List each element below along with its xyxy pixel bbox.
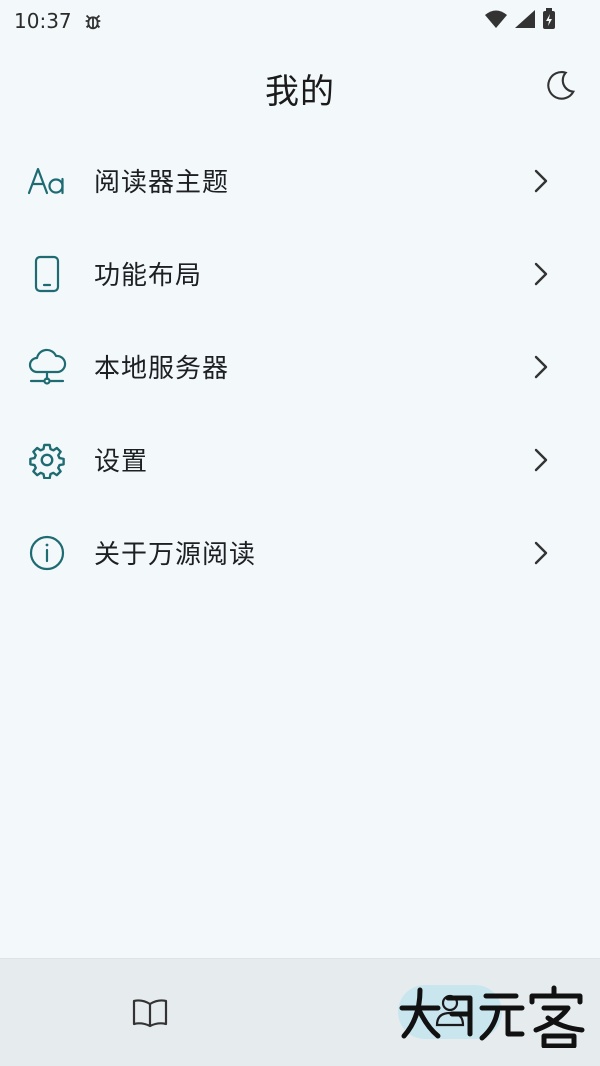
- night-mode-toggle[interactable]: [538, 66, 582, 110]
- menu-item-label: 阅读器主题: [94, 168, 230, 198]
- nav-bookshelf-tab[interactable]: [128, 995, 172, 1035]
- menu-item-about[interactable]: 关于万源阅读: [0, 506, 600, 599]
- status-time: 10:37: [14, 9, 72, 33]
- header: 我的: [0, 42, 600, 134]
- chevron-right-icon: [530, 260, 552, 288]
- wifi-icon: [484, 9, 508, 33]
- moon-icon: [541, 67, 579, 109]
- cloud-server-icon: [26, 346, 68, 388]
- menu-item-label: 关于万源阅读: [94, 540, 257, 570]
- page-title: 我的: [265, 71, 335, 112]
- chevron-right-icon: [530, 167, 552, 195]
- menu-item-label: 本地服务器: [94, 354, 230, 384]
- chevron-right-icon: [530, 539, 552, 567]
- menu-item-label: 功能布局: [94, 261, 203, 291]
- status-bar: 10:37: [0, 0, 600, 42]
- menu-item-function-layout[interactable]: 功能布局: [0, 227, 600, 320]
- gear-icon: [26, 439, 68, 481]
- menu-item-local-server[interactable]: 本地服务器: [0, 320, 600, 413]
- chevron-right-icon: [530, 353, 552, 381]
- phone-icon: [26, 253, 68, 295]
- battery-icon: [542, 8, 556, 34]
- signal-icon: [514, 9, 536, 33]
- debug-bug-icon: [82, 9, 106, 33]
- book-open-icon: [131, 997, 169, 1033]
- info-icon: [26, 532, 68, 574]
- menu-item-reader-theme[interactable]: 阅读器主题: [0, 134, 600, 227]
- status-icons: [484, 8, 556, 34]
- settings-menu: 阅读器主题 功能布局 本地服务器 设置 关于万源阅读: [0, 134, 600, 599]
- menu-item-settings[interactable]: 设置: [0, 413, 600, 506]
- watermark-logo: [398, 978, 588, 1049]
- font-aa-icon: [26, 160, 68, 202]
- chevron-right-icon: [530, 446, 552, 474]
- menu-item-label: 设置: [94, 447, 149, 477]
